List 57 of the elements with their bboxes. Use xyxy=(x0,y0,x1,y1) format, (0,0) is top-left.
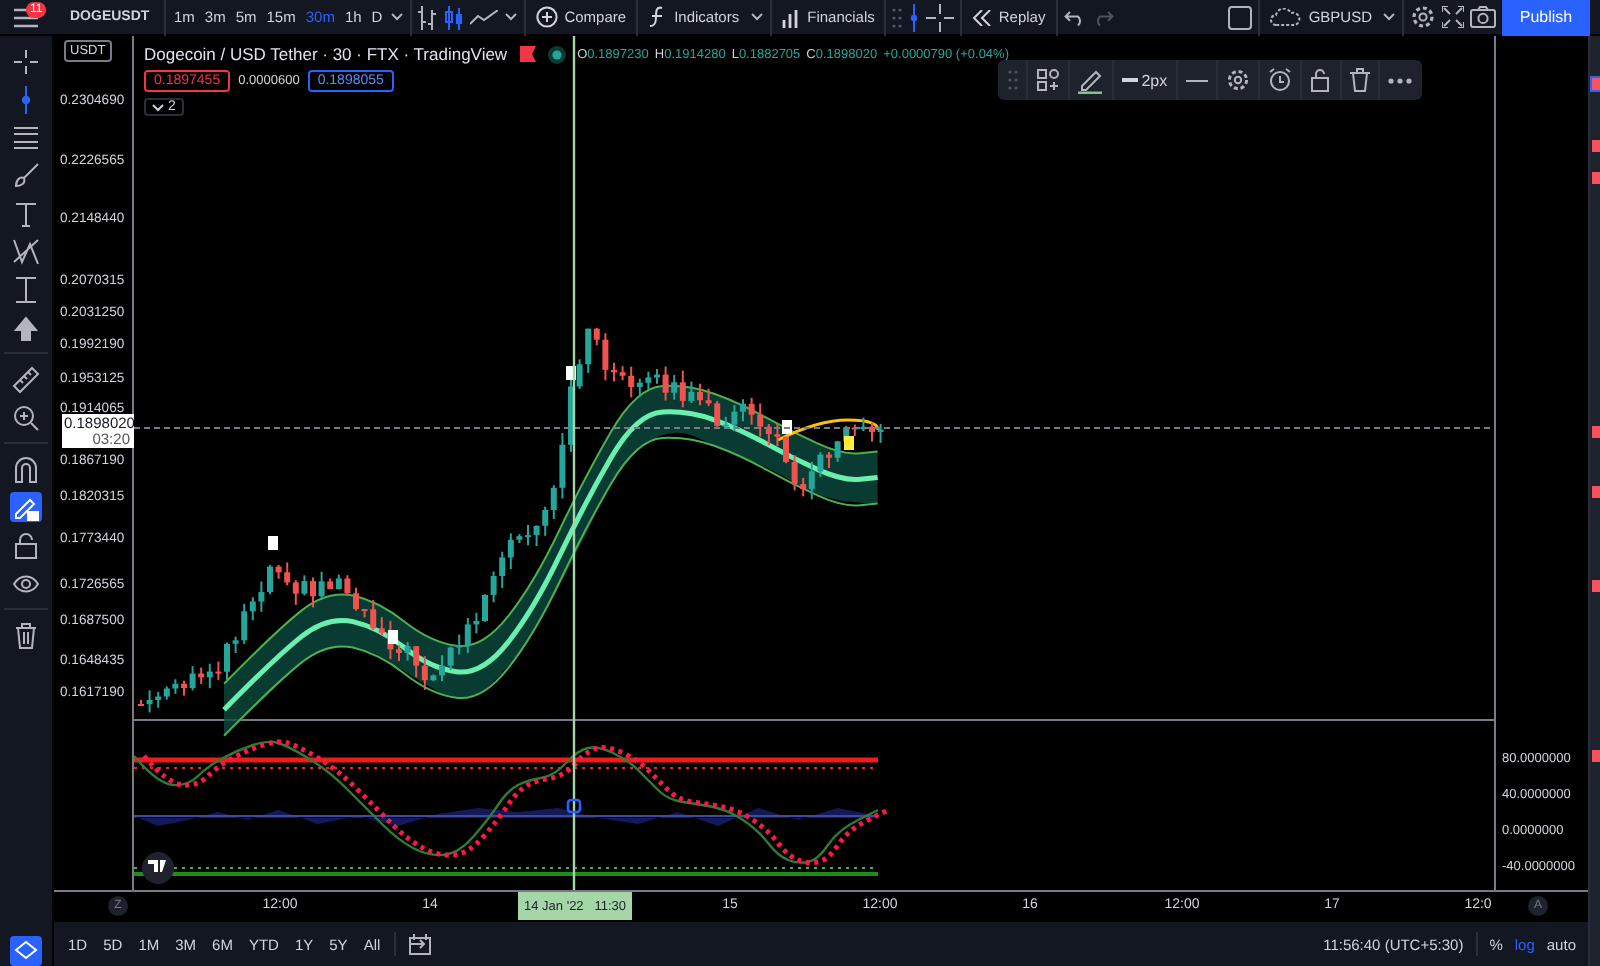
magnet-tool-icon[interactable] xyxy=(10,454,42,484)
signal-marker-icon xyxy=(268,536,278,550)
chevron-down-icon xyxy=(152,103,164,111)
trash-icon[interactable] xyxy=(1349,68,1370,92)
chevron-down-icon[interactable] xyxy=(504,12,519,22)
bar-chart-icon xyxy=(781,7,802,27)
template-icon[interactable] xyxy=(1036,68,1061,92)
lock-tool-icon[interactable] xyxy=(10,530,42,560)
chevron-down-icon[interactable] xyxy=(390,12,405,22)
pattern-tool-icon[interactable] xyxy=(10,236,42,266)
plus-circle-icon xyxy=(536,6,559,28)
calendar-icon[interactable] xyxy=(408,933,433,955)
fullscreen-icon[interactable] xyxy=(1442,6,1464,28)
chart-title: Dogecoin / USD Tether · 30 · FTX · TradingView xyxy=(144,44,508,64)
lock-icon[interactable] xyxy=(1310,68,1331,92)
candles-icon[interactable] xyxy=(444,5,465,29)
undo-icon[interactable] xyxy=(1063,9,1086,25)
line-style-icon[interactable] xyxy=(1185,77,1208,83)
ruler-tool-icon[interactable] xyxy=(10,364,42,394)
camera-icon[interactable] xyxy=(1470,6,1496,28)
crosshair-icon[interactable] xyxy=(926,3,955,31)
alarm-clock-icon[interactable] xyxy=(1268,68,1293,92)
crosshair-marker-icon xyxy=(566,798,582,814)
publish-button[interactable]: Publish xyxy=(1502,0,1590,35)
cursor-line-icon[interactable] xyxy=(908,3,921,31)
bars-icon[interactable] xyxy=(418,5,439,29)
square-icon[interactable] xyxy=(1228,5,1253,29)
drag-handle-icon[interactable] xyxy=(1008,70,1019,90)
status-dot-icon xyxy=(547,45,566,63)
line-chart-icon[interactable] xyxy=(470,9,499,25)
signal-marker-icon xyxy=(566,366,576,380)
trash-tool-icon[interactable] xyxy=(10,620,42,650)
pencil-lock-tool-icon[interactable] xyxy=(10,492,42,522)
text-tool-icon[interactable] xyxy=(10,198,42,228)
chevron-down-icon[interactable] xyxy=(1382,12,1396,22)
rewind-icon xyxy=(972,9,993,25)
menu-icon[interactable] xyxy=(14,7,38,27)
signal-marker-icon xyxy=(782,420,792,434)
chevron-down-icon[interactable] xyxy=(749,12,764,22)
brush-tool-icon[interactable] xyxy=(10,160,42,190)
settings-icon[interactable] xyxy=(1226,68,1251,92)
zoom-tool-icon[interactable] xyxy=(10,402,42,432)
crosshair-tool-icon[interactable] xyxy=(10,46,42,76)
pencil-icon[interactable] xyxy=(1078,67,1103,93)
drag-handle-icon[interactable] xyxy=(892,7,903,27)
arrow-tool-icon[interactable] xyxy=(10,312,42,342)
signal-marker-icon xyxy=(388,630,398,644)
settings-icon[interactable] xyxy=(1410,4,1436,30)
object-tree-icon[interactable] xyxy=(10,936,42,966)
flag-icon[interactable] xyxy=(519,46,536,62)
tradingview-logo-icon xyxy=(142,852,174,884)
line-width-button[interactable]: 2px xyxy=(1121,71,1168,89)
signal-marker-icon xyxy=(844,436,854,450)
lines-tool-icon[interactable] xyxy=(10,122,42,152)
cloud-icon xyxy=(1270,8,1303,26)
measure-tool-icon[interactable] xyxy=(10,274,42,304)
more-icon[interactable] xyxy=(1387,77,1412,83)
